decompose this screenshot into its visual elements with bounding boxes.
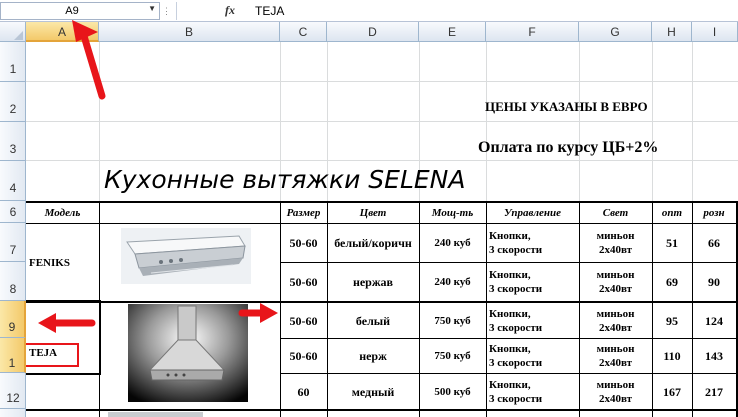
- column-header-d[interactable]: D: [327, 22, 419, 42]
- product-image-partial: [108, 412, 203, 417]
- header-size: Размер: [286, 207, 321, 219]
- model-cell[interactable]: FENIKS: [26, 224, 99, 301]
- row-header-3[interactable]: 3: [0, 122, 26, 161]
- arrow-right-icon: [238, 303, 278, 323]
- chevron-down-icon[interactable]: ▼: [148, 4, 156, 13]
- wholesale-cell[interactable]: 167: [652, 374, 692, 409]
- light-cell[interactable]: миньон 2х40вт: [579, 224, 652, 262]
- arrow-up-left-icon: [72, 20, 106, 100]
- row-header-4[interactable]: 4: [0, 161, 26, 201]
- header-light: Свет: [602, 207, 629, 219]
- row-header-10[interactable]: 1: [0, 338, 26, 373]
- power-cell[interactable]: 750 куб: [419, 303, 486, 338]
- insert-function-icon[interactable]: fx: [225, 3, 235, 18]
- header-model: Модель: [44, 207, 81, 219]
- light-cell[interactable]: миньон 2х40вт: [579, 339, 652, 373]
- size-cell[interactable]: 60: [280, 374, 327, 409]
- light-cell[interactable]: миньон 2х40вт: [579, 303, 652, 338]
- color-cell[interactable]: белый/коричн: [327, 224, 419, 262]
- row-header-1[interactable]: 1: [0, 42, 26, 82]
- power-cell[interactable]: 750 куб: [419, 339, 486, 373]
- row-header-8[interactable]: 8: [0, 262, 26, 301]
- formula-input[interactable]: fx TEJA: [176, 2, 738, 20]
- column-header-e[interactable]: E: [419, 22, 486, 42]
- product-image-feniks: [121, 228, 251, 284]
- header-power: Мощ-ть: [431, 207, 474, 219]
- control-cell[interactable]: Кнопки, 3 скорости: [486, 263, 579, 301]
- power-cell[interactable]: 240 куб: [419, 263, 486, 301]
- arrow-left-icon: [38, 313, 96, 333]
- wholesale-cell[interactable]: 95: [652, 303, 692, 338]
- color-cell[interactable]: нержав: [327, 263, 419, 301]
- row-headers: 1 2 3 4 6 7 8 9 1 12: [0, 42, 26, 417]
- color-cell[interactable]: медный: [327, 374, 419, 409]
- power-cell[interactable]: 240 куб: [419, 224, 486, 262]
- select-all-button[interactable]: [0, 22, 26, 42]
- resize-grip-icon[interactable]: ⋮: [162, 6, 172, 16]
- header-retail: розн: [703, 207, 725, 219]
- formula-value[interactable]: TEJA: [255, 4, 284, 18]
- retail-cell[interactable]: 143: [692, 339, 736, 373]
- row-header-6[interactable]: 6: [0, 201, 26, 223]
- column-header-h[interactable]: H: [652, 22, 692, 42]
- retail-cell[interactable]: 66: [692, 224, 736, 262]
- size-cell[interactable]: 50-60: [280, 263, 327, 301]
- brand-title: Кухонные вытяжки SELENA: [104, 165, 466, 194]
- cell-grid[interactable]: ЦЕНЫ УКАЗАНЫ В ЕВРО Оплата по курсу ЦБ+2…: [26, 42, 738, 417]
- control-cell[interactable]: Кнопки, 3 скорости: [486, 374, 579, 409]
- column-header-c[interactable]: C: [280, 22, 327, 42]
- wholesale-cell[interactable]: 69: [652, 263, 692, 301]
- control-cell[interactable]: Кнопки, 3 скорости: [486, 303, 579, 338]
- product-image-teja: [128, 304, 248, 402]
- retail-cell[interactable]: 90: [692, 263, 736, 301]
- color-cell[interactable]: нерж: [327, 339, 419, 373]
- light-cell[interactable]: миньон 2х40вт: [579, 263, 652, 301]
- retail-cell[interactable]: 217: [692, 374, 736, 409]
- header-color: Цвет: [359, 207, 387, 219]
- control-cell[interactable]: Кнопки, 3 скорости: [486, 339, 579, 373]
- row-header-12[interactable]: 12: [0, 373, 26, 409]
- control-cell[interactable]: Кнопки, 3 скорости: [486, 224, 579, 262]
- color-cell[interactable]: белый: [327, 303, 419, 338]
- light-cell[interactable]: миньон 2х40вт: [579, 374, 652, 409]
- column-header-i[interactable]: I: [692, 22, 738, 42]
- header-wholesale: опт: [661, 207, 683, 219]
- column-header-f[interactable]: F: [486, 22, 579, 42]
- spreadsheet-window: A9 ▼ ⋮ fx TEJA A B C D E F G H I 1 2 3 4…: [0, 0, 738, 417]
- size-cell[interactable]: 50-60: [280, 339, 327, 373]
- wholesale-cell[interactable]: 51: [652, 224, 692, 262]
- header-control: Управление: [503, 207, 561, 219]
- power-cell[interactable]: 500 куб: [419, 374, 486, 409]
- retail-cell[interactable]: 124: [692, 303, 736, 338]
- rate-note: Оплата по курсу ЦБ+2%: [478, 139, 659, 156]
- currency-note: ЦЕНЫ УКАЗАНЫ В ЕВРО: [485, 99, 648, 114]
- row-header-9[interactable]: 9: [0, 301, 26, 338]
- column-header-g[interactable]: G: [579, 22, 652, 42]
- row-header-7[interactable]: 7: [0, 223, 26, 262]
- wholesale-cell[interactable]: 110: [652, 339, 692, 373]
- highlight-box: [26, 343, 79, 367]
- row-header-2[interactable]: 2: [0, 82, 26, 122]
- size-cell[interactable]: 50-60: [280, 224, 327, 262]
- column-header-b[interactable]: B: [99, 22, 280, 42]
- size-cell[interactable]: 50-60: [280, 303, 327, 338]
